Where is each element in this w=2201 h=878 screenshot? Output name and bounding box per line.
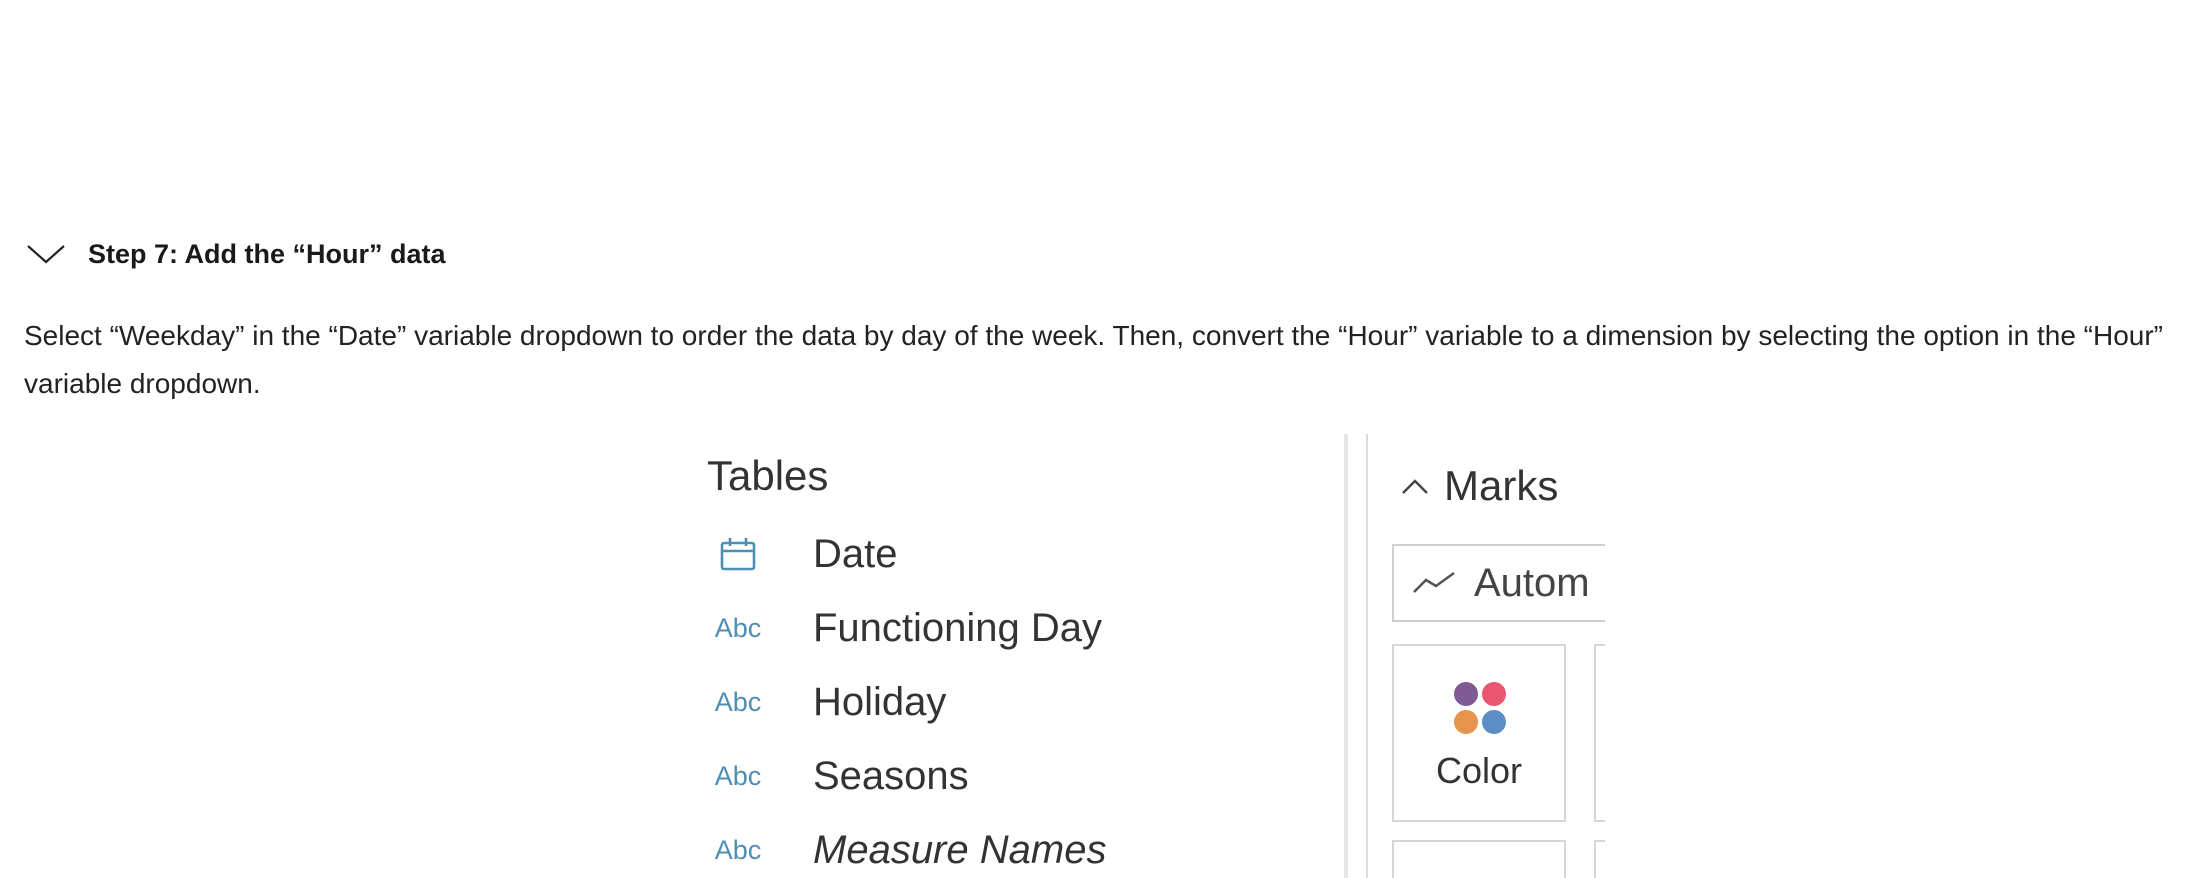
field-functioning-day: Abc Functioning Day	[707, 600, 1102, 656]
field-name: Functioning Day	[813, 605, 1103, 650]
tableau-screenshot: Tables Date Abc Functioning Day Abc Holi…	[700, 434, 1605, 878]
string-type-icon: Abc	[714, 686, 762, 717]
field-measure-names: Abc Measure Names	[707, 822, 1107, 878]
color-label: Color	[1435, 750, 1523, 791]
step-header[interactable]: Step 7: Add the “Hour” data	[26, 236, 446, 272]
tables-heading: Tables	[707, 452, 829, 499]
calendar-icon	[707, 537, 769, 571]
line-chart-icon	[1413, 571, 1455, 593]
string-type-icon: Abc	[714, 612, 762, 643]
color-icon	[1454, 682, 1506, 734]
mark-type-value: Autom	[1474, 560, 1590, 605]
field-holiday: Abc Holiday	[707, 674, 947, 730]
field-name: Measure Names	[813, 827, 1107, 872]
chevron-down-icon[interactable]	[26, 243, 66, 265]
string-type-icon: Abc	[714, 834, 762, 865]
step-description: Select “Weekday” in the “Date” variable …	[24, 320, 2164, 399]
marks-title: Marks	[1444, 462, 1559, 509]
string-type-icon: Abc	[714, 760, 762, 791]
field-date: Date	[707, 526, 898, 582]
field-name: Seasons	[813, 753, 969, 798]
field-name: Holiday	[813, 679, 947, 724]
size-button	[1594, 644, 1605, 822]
field-name: Date	[813, 531, 898, 576]
field-seasons: Abc Seasons	[707, 748, 969, 804]
mark-type-dropdown: Autom	[1392, 544, 1605, 622]
marks-card-header: Marks	[1400, 462, 1558, 510]
step-title: Step 7: Add the “Hour” data	[88, 238, 446, 269]
color-button: Color	[1392, 644, 1566, 822]
chevron-up-icon	[1402, 479, 1428, 494]
tooltip-button	[1594, 840, 1605, 878]
detail-button	[1392, 840, 1566, 878]
pane-divider	[1344, 434, 1348, 878]
pane-divider	[1366, 434, 1368, 878]
